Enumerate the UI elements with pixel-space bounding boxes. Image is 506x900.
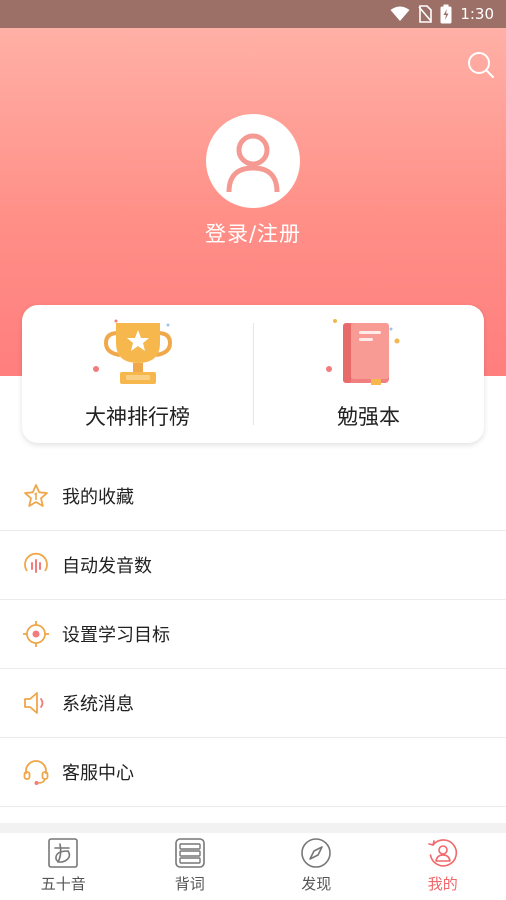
kana-icon — [47, 837, 79, 869]
wifi-icon — [390, 6, 410, 21]
tab-label: 五十音 — [40, 875, 86, 893]
notebook-button[interactable]: 勉强本 — [253, 305, 484, 443]
tab-kana[interactable]: 五十音 — [0, 833, 127, 900]
search-icon — [468, 52, 494, 78]
cards-icon — [174, 837, 206, 869]
speaker-icon — [22, 689, 50, 717]
notebook-icon — [325, 319, 399, 385]
sound-wave-icon — [22, 551, 50, 579]
status-bar: 1:30 — [0, 0, 506, 28]
profile-icon — [427, 837, 459, 869]
menu-item-system-messages[interactable]: 系统消息 — [0, 669, 506, 738]
settings-menu: 我的收藏 自动发音数 设置学习目标 系统消息 客服中心 — [0, 462, 506, 807]
login-register-link[interactable]: 登录/注册 — [0, 218, 506, 248]
tab-label: 背词 — [174, 875, 205, 893]
leaderboard-label: 大神排行榜 — [85, 405, 190, 429]
target-icon — [22, 620, 50, 648]
tab-profile[interactable]: 我的 — [380, 833, 506, 900]
section-separator — [0, 823, 506, 833]
avatar[interactable] — [206, 114, 300, 208]
compass-icon — [300, 837, 332, 869]
menu-item-label: 自动发音数 — [62, 556, 152, 577]
menu-item-label: 我的收藏 — [62, 487, 134, 508]
feature-card: 大神排行榜 勉强本 — [22, 305, 484, 443]
trophy-icon — [92, 319, 172, 384]
menu-item-label: 设置学习目标 — [62, 625, 170, 646]
menu-item-label: 系统消息 — [62, 694, 134, 715]
leaderboard-button[interactable]: 大神排行榜 — [22, 305, 253, 443]
tab-label: 我的 — [427, 875, 458, 893]
menu-item-auto-pronounce[interactable]: 自动发音数 — [0, 531, 506, 600]
tab-vocabulary[interactable]: 背词 — [127, 833, 254, 900]
menu-item-favorites[interactable]: 我的收藏 — [0, 462, 506, 531]
menu-item-study-goal[interactable]: 设置学习目标 — [0, 600, 506, 669]
user-icon — [226, 133, 280, 193]
star-icon — [22, 482, 50, 510]
tab-label: 发现 — [301, 875, 332, 893]
no-sim-icon — [418, 5, 433, 23]
menu-item-label: 客服中心 — [62, 763, 134, 784]
card-divider — [253, 323, 254, 425]
status-time: 1:30 — [460, 5, 494, 23]
search-button[interactable] — [466, 50, 496, 80]
tab-discover[interactable]: 发现 — [253, 833, 380, 900]
battery-charging-icon — [440, 4, 452, 24]
bottom-tab-bar: 五十音 背词 发现 我的 — [0, 833, 506, 900]
headset-icon — [22, 758, 50, 786]
notebook-label: 勉强本 — [337, 405, 400, 429]
menu-item-customer-service[interactable]: 客服中心 — [0, 738, 506, 807]
